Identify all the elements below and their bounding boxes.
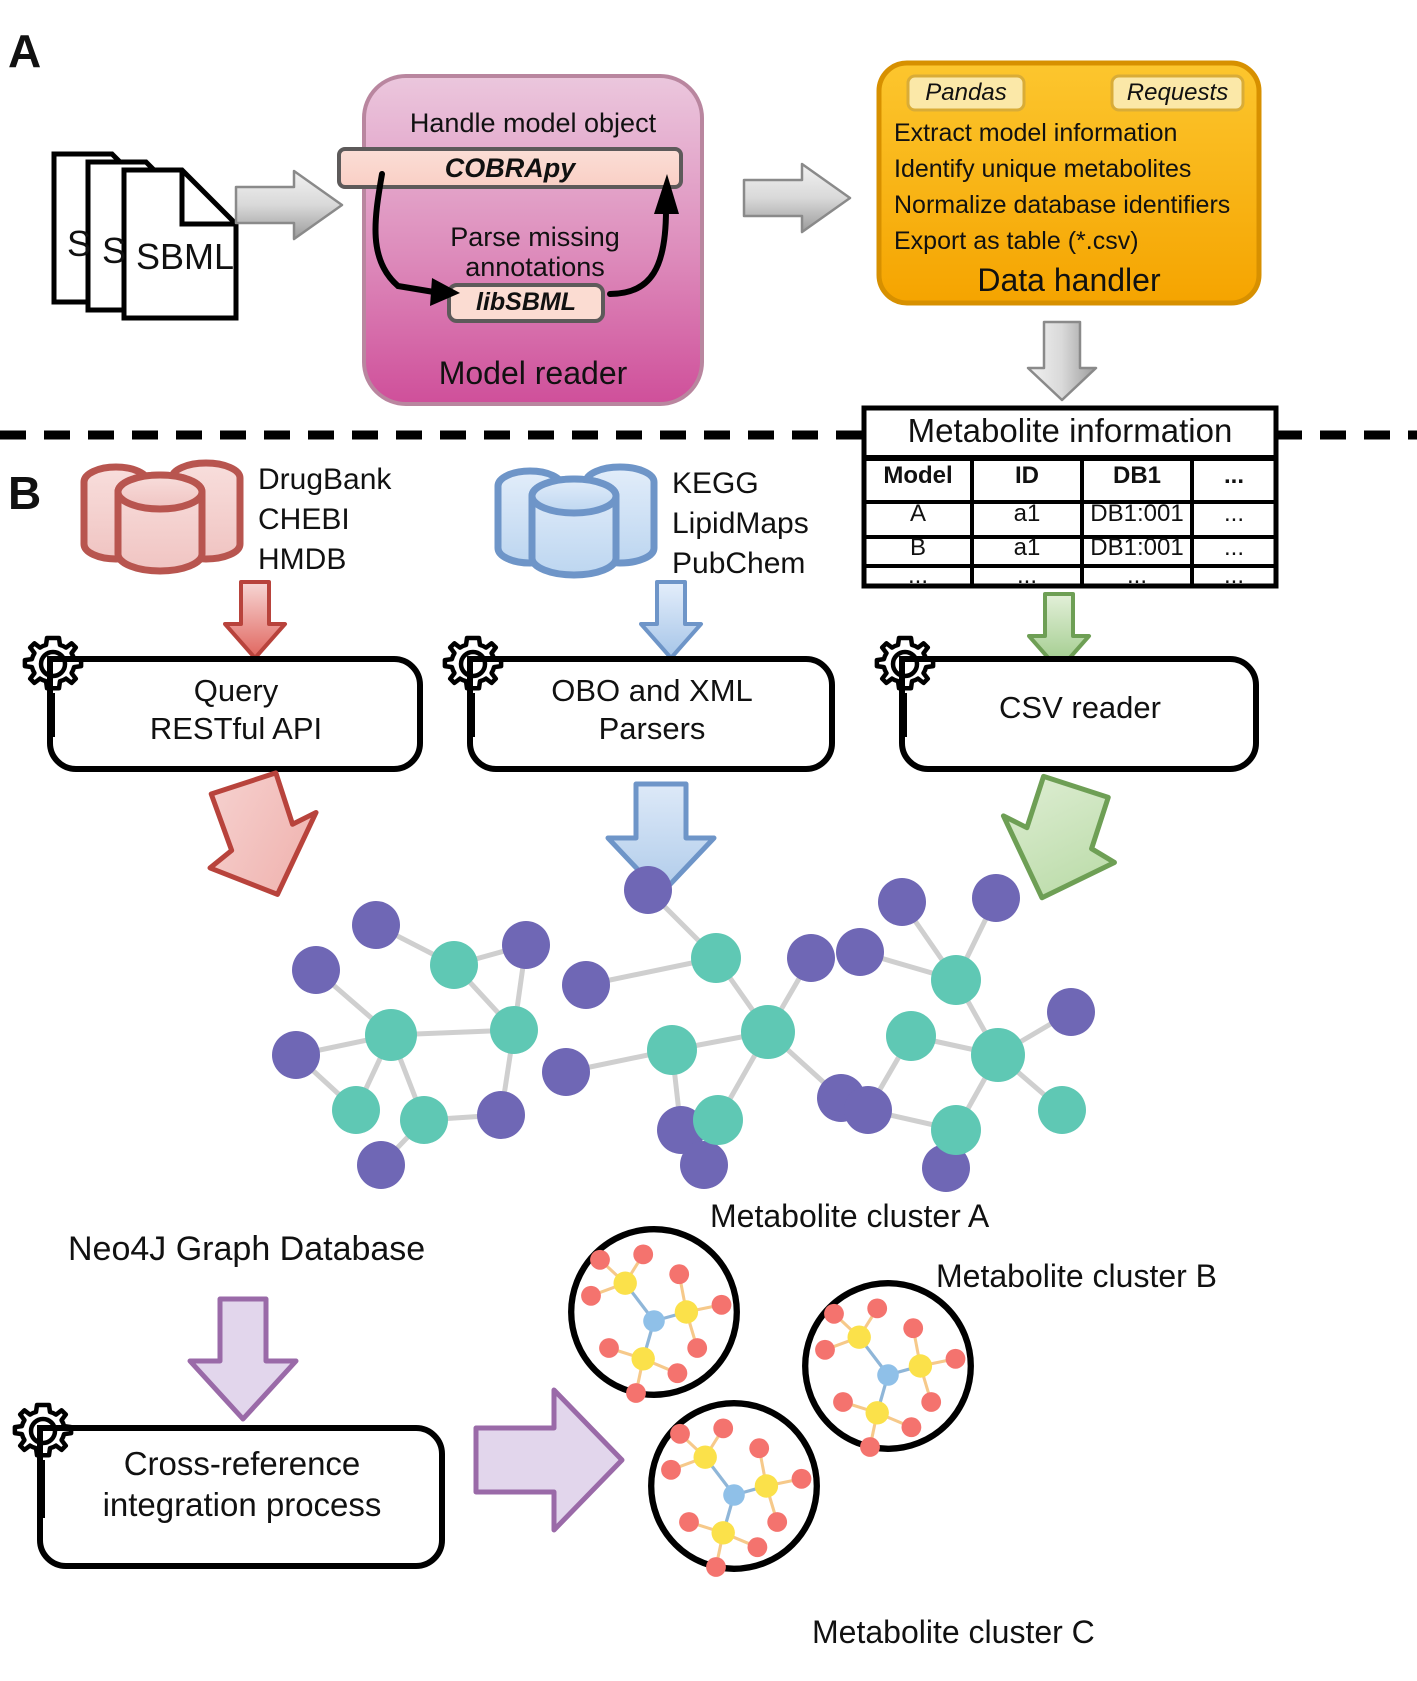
metabolite-cluster-b-label: Metabolite cluster B: [936, 1258, 1218, 1294]
db-red-label-1: DrugBank: [258, 463, 392, 496]
model-reader-title: Model reader: [438, 355, 628, 391]
table-row: B: [909, 534, 926, 561]
table-header-model: Model: [883, 462, 953, 489]
metabolite-table-title: Metabolite information: [907, 412, 1233, 449]
metabolite-cluster-c: [644, 1396, 824, 1577]
database-cylinder-blue: [486, 460, 686, 580]
model-reader-step1-caption: Handle model object: [409, 108, 657, 138]
table-header-more: ...: [1223, 462, 1244, 489]
metabolite-cluster-c-label: Metabolite cluster C: [812, 1614, 1095, 1650]
panel-label-b: B: [8, 467, 42, 519]
db-blue-label-2: LipidMaps: [672, 507, 809, 540]
metabolite-cluster-a: [564, 1222, 744, 1403]
db-red-label-3: HMDB: [258, 543, 347, 576]
table-row: A: [909, 500, 926, 527]
figure-canvas: A S S SBML Handle model object COBRApy P…: [0, 0, 1417, 1681]
table-row: a1: [1013, 534, 1041, 561]
arrow-data-handler-to-table: [1022, 318, 1102, 404]
neo4j-network-graph: [256, 840, 1256, 1192]
process-label-parsers-line1: OBO and XML: [551, 673, 753, 708]
table-row: a1: [1013, 500, 1041, 527]
arrow-files-to-model-reader: [232, 165, 352, 245]
table-row: ...: [1223, 562, 1244, 589]
db-red-label-2: CHEBI: [258, 503, 350, 536]
table-row: DB1:001: [1090, 500, 1184, 527]
data-handler-bullet-3: Normalize database identifiers: [894, 191, 1231, 219]
data-handler-bullet-4: Export as table (*.csv): [894, 227, 1139, 255]
data-handler-bullet-1: Extract model information: [894, 119, 1178, 147]
table-row: ...: [1126, 562, 1147, 589]
table-header-db1: DB1: [1112, 462, 1161, 489]
table-row: ...: [1223, 500, 1244, 527]
arrow-model-reader-to-data-handler: [740, 158, 860, 238]
database-cylinder-red: [72, 456, 272, 576]
integration-label-line2: integration process: [102, 1486, 382, 1523]
requests-label: Requests: [1126, 79, 1229, 106]
arrow-blue-to-parser-process: [634, 578, 708, 662]
table-row: ...: [907, 562, 928, 589]
table-row: ...: [1016, 562, 1037, 589]
sbml-sheet-label-2: S: [102, 230, 127, 271]
arrow-graph-to-integration: [178, 1295, 308, 1425]
sbml-sheet-label-3: SBML: [136, 236, 235, 277]
table-row: DB1:001: [1090, 534, 1184, 561]
sbml-document-stack: S S SBML: [40, 130, 250, 321]
arrow-integration-to-clusters: [470, 1380, 630, 1540]
model-reader-loop-arrows: [360, 170, 700, 330]
table-row: ...: [1223, 534, 1244, 561]
integration-label-line1: Cross-reference: [123, 1445, 361, 1482]
metabolite-cluster-a-label: Metabolite cluster A: [710, 1198, 990, 1234]
process-label-parsers-line2: Parsers: [598, 711, 706, 746]
data-handler-title: Data handler: [977, 262, 1161, 298]
neo4j-graph-caption: Neo4J Graph Database: [68, 1230, 426, 1268]
table-header-id: ID: [1015, 462, 1039, 489]
pandas-label: Pandas: [925, 79, 1007, 106]
process-label-csv-reader: CSV reader: [999, 690, 1161, 725]
metabolite-cluster-b: [798, 1276, 978, 1457]
db-blue-label-1: KEGG: [672, 467, 759, 500]
arrow-red-to-query-process: [218, 578, 292, 662]
data-handler-bullet-2: Identify unique metabolites: [894, 155, 1192, 183]
panel-label-a: A: [8, 25, 42, 77]
gear-icon: [874, 633, 936, 695]
sbml-sheet-label-1: S: [67, 223, 92, 264]
process-label-query-line1: Query: [193, 673, 279, 708]
process-label-query-line2: RESTful API: [149, 711, 323, 746]
